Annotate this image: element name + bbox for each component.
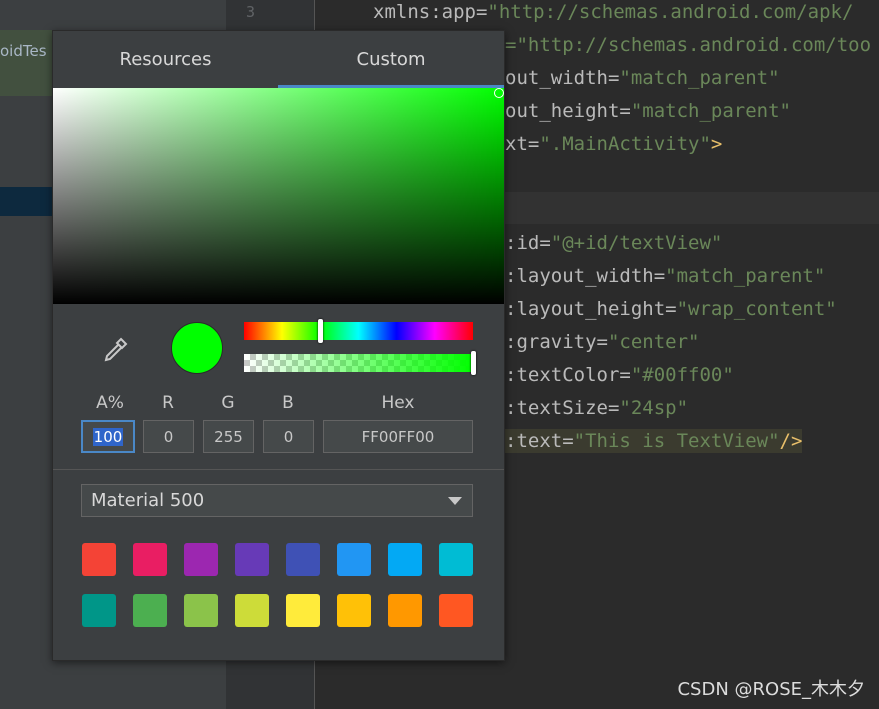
color-swatch[interactable] <box>286 543 320 576</box>
project-tree-selected-row[interactable] <box>0 187 60 216</box>
color-swatch[interactable] <box>82 594 116 627</box>
code-attribute: :layout_height= <box>505 298 677 320</box>
section-divider <box>53 469 504 470</box>
hue-slider-thumb[interactable] <box>318 319 324 343</box>
code-attribute: :id= <box>505 232 551 254</box>
red-value: 0 <box>163 427 174 446</box>
code-attribute: :text= <box>505 430 574 452</box>
line-number: 3 <box>246 3 256 21</box>
code-value: ="http://schemas.android.com/too <box>505 34 872 56</box>
code-value: "http://schemas.android.com/apk/ <box>487 1 854 23</box>
blue-field[interactable]: 0 <box>263 420 314 453</box>
color-picker-popup: Resources Custom A% R G B Hex 100 0 255 … <box>52 30 505 661</box>
code-attribute: out_width= <box>505 67 620 89</box>
code-value: "#00ff00" <box>630 364 734 386</box>
code-line[interactable]: :id="@+id/textView" <box>505 231 722 255</box>
color-preview <box>171 322 223 374</box>
hex-label: Hex <box>381 393 415 413</box>
project-tree-label[interactable]: oidTes <box>0 42 47 60</box>
code-line[interactable]: ="http://schemas.android.com/too <box>505 33 871 57</box>
code-attribute: :gravity= <box>505 331 608 353</box>
code-line[interactable]: out_height="match_parent" <box>505 99 791 123</box>
color-swatch[interactable] <box>133 594 167 627</box>
alpha-slider[interactable] <box>244 351 476 375</box>
code-attribute: xt= <box>505 133 540 155</box>
code-line[interactable]: out_width="match_parent" <box>505 66 780 90</box>
green-field[interactable]: 255 <box>203 420 254 453</box>
color-swatch[interactable] <box>337 594 371 627</box>
color-swatch[interactable] <box>337 543 371 576</box>
color-swatch[interactable] <box>388 543 422 576</box>
code-value: ".MainActivity" <box>539 133 711 155</box>
watermark: CSDN @ROSE_木木夕 <box>677 679 865 700</box>
code-value: "24sp" <box>619 397 689 419</box>
saturation-handle[interactable] <box>494 88 504 98</box>
code-punctuation: > <box>710 133 723 155</box>
hue-slider[interactable] <box>244 319 473 343</box>
green-label: G <box>221 393 235 413</box>
alpha-label: A% <box>96 393 124 413</box>
code-value: "center" <box>607 331 700 353</box>
code-attribute: :layout_width= <box>505 265 666 287</box>
green-value: 255 <box>214 427 243 446</box>
color-swatch[interactable] <box>184 543 218 576</box>
code-line[interactable]: xmlns:app="http://schemas.android.com/ap… <box>373 0 853 24</box>
code-attribute: out_height= <box>505 100 631 122</box>
code-value: "This is TextView" <box>573 430 780 452</box>
tab-custom[interactable]: Custom <box>278 31 504 88</box>
code-value: "match_parent" <box>619 67 780 89</box>
palette-dropdown-value: Material 500 <box>91 490 205 511</box>
code-punctuation: /> <box>779 430 803 452</box>
code-attribute: :textColor= <box>505 364 631 386</box>
chevron-down-icon <box>448 497 462 505</box>
saturation-brightness-box[interactable] <box>53 88 504 304</box>
color-swatch[interactable] <box>388 594 422 627</box>
color-swatch[interactable] <box>439 543 473 576</box>
color-swatch[interactable] <box>235 594 269 627</box>
alpha-slider-thumb[interactable] <box>471 351 476 375</box>
tab-resources[interactable]: Resources <box>53 31 278 88</box>
color-swatch[interactable] <box>184 594 218 627</box>
blue-label: B <box>282 393 294 413</box>
color-swatch[interactable] <box>235 543 269 576</box>
code-value: "match_parent" <box>630 100 791 122</box>
hex-value: FF00FF00 <box>361 427 435 446</box>
color-swatch[interactable] <box>439 594 473 627</box>
code-line[interactable]: :layout_height="wrap_content" <box>505 297 837 321</box>
code-line[interactable]: :layout_width="match_parent" <box>505 264 825 288</box>
color-swatch[interactable] <box>133 543 167 576</box>
hex-field[interactable]: FF00FF00 <box>323 420 473 453</box>
alpha-field[interactable]: 100 <box>81 420 135 453</box>
palette-dropdown[interactable]: Material 500 <box>81 484 473 517</box>
code-value: "wrap_content" <box>676 298 837 320</box>
code-value: "@+id/textView" <box>550 232 723 254</box>
color-swatch[interactable] <box>286 594 320 627</box>
alpha-value: 100 <box>92 427 124 446</box>
eyedropper-icon[interactable] <box>101 336 129 364</box>
code-attribute: xmlns:app= <box>373 1 488 23</box>
code-line[interactable]: :gravity="center" <box>505 330 699 354</box>
red-label: R <box>162 393 174 413</box>
code-line[interactable]: :text="This is TextView"/> <box>505 429 803 453</box>
code-line[interactable]: :textSize="24sp" <box>505 396 688 420</box>
blue-value: 0 <box>283 427 294 446</box>
code-line[interactable]: xt=".MainActivity"> <box>505 132 722 156</box>
code-attribute: :textSize= <box>505 397 620 419</box>
project-tree-row[interactable] <box>0 30 60 96</box>
color-swatch[interactable] <box>82 543 116 576</box>
code-line[interactable]: :textColor="#00ff00" <box>505 363 734 387</box>
code-value: "match_parent" <box>665 265 826 287</box>
red-field[interactable]: 0 <box>143 420 194 453</box>
